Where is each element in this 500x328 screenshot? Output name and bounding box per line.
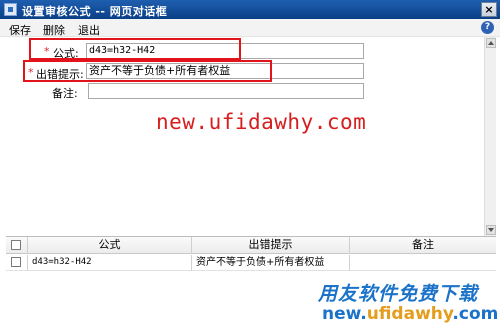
select-all-cell	[6, 237, 28, 254]
column-header-error-hint[interactable]: 出错提示	[192, 237, 350, 254]
table-row[interactable]: d43=h32-H42 资产不等于负债+所有者权益	[6, 255, 496, 271]
help-icon[interactable]: ?	[481, 21, 494, 34]
vertical-scrollbar[interactable]	[484, 37, 496, 236]
scroll-up-icon[interactable]	[486, 38, 496, 48]
brand-url-part2: ufidawhy	[366, 304, 453, 324]
row-error-hint-cell: 资产不等于负债+所有者权益	[192, 255, 350, 271]
row-remark-cell	[350, 255, 496, 271]
remark-label: 备注:	[52, 87, 78, 100]
brand-url-part3: .com	[452, 304, 499, 324]
brand-url-part1: new.	[322, 304, 367, 324]
remark-input[interactable]	[88, 83, 364, 99]
select-all-checkbox[interactable]	[11, 240, 21, 250]
app-icon	[4, 3, 17, 16]
brand-slogan: 用友软件免费下载	[318, 283, 479, 305]
brand-url: new.ufidawhy.com	[322, 304, 498, 324]
formula-highlight-box	[29, 38, 241, 60]
row-checkbox[interactable]	[11, 257, 21, 267]
delete-menu-item[interactable]: 删除	[43, 22, 65, 38]
window-titlebar: 设置审核公式 -- 网页对话框 ×	[0, 0, 500, 19]
column-header-formula[interactable]: 公式	[28, 237, 192, 254]
grid-header: 公式 出错提示 备注	[6, 237, 496, 254]
window-title: 设置审核公式 -- 网页对话框	[22, 5, 168, 18]
column-header-remark[interactable]: 备注	[350, 237, 496, 254]
watermark-url: new.ufidawhy.com	[156, 110, 367, 134]
row-formula-cell: d43=h32-H42	[28, 255, 192, 271]
save-menu-item[interactable]: 保存	[9, 22, 31, 38]
menu-bar: 保存 删除 退出 ?	[0, 19, 500, 37]
error-hint-highlight-box	[23, 60, 272, 82]
scroll-down-icon[interactable]	[486, 225, 496, 235]
exit-menu-item[interactable]: 退出	[78, 22, 100, 38]
close-button[interactable]: ×	[481, 2, 497, 17]
row-select-cell	[6, 255, 28, 271]
